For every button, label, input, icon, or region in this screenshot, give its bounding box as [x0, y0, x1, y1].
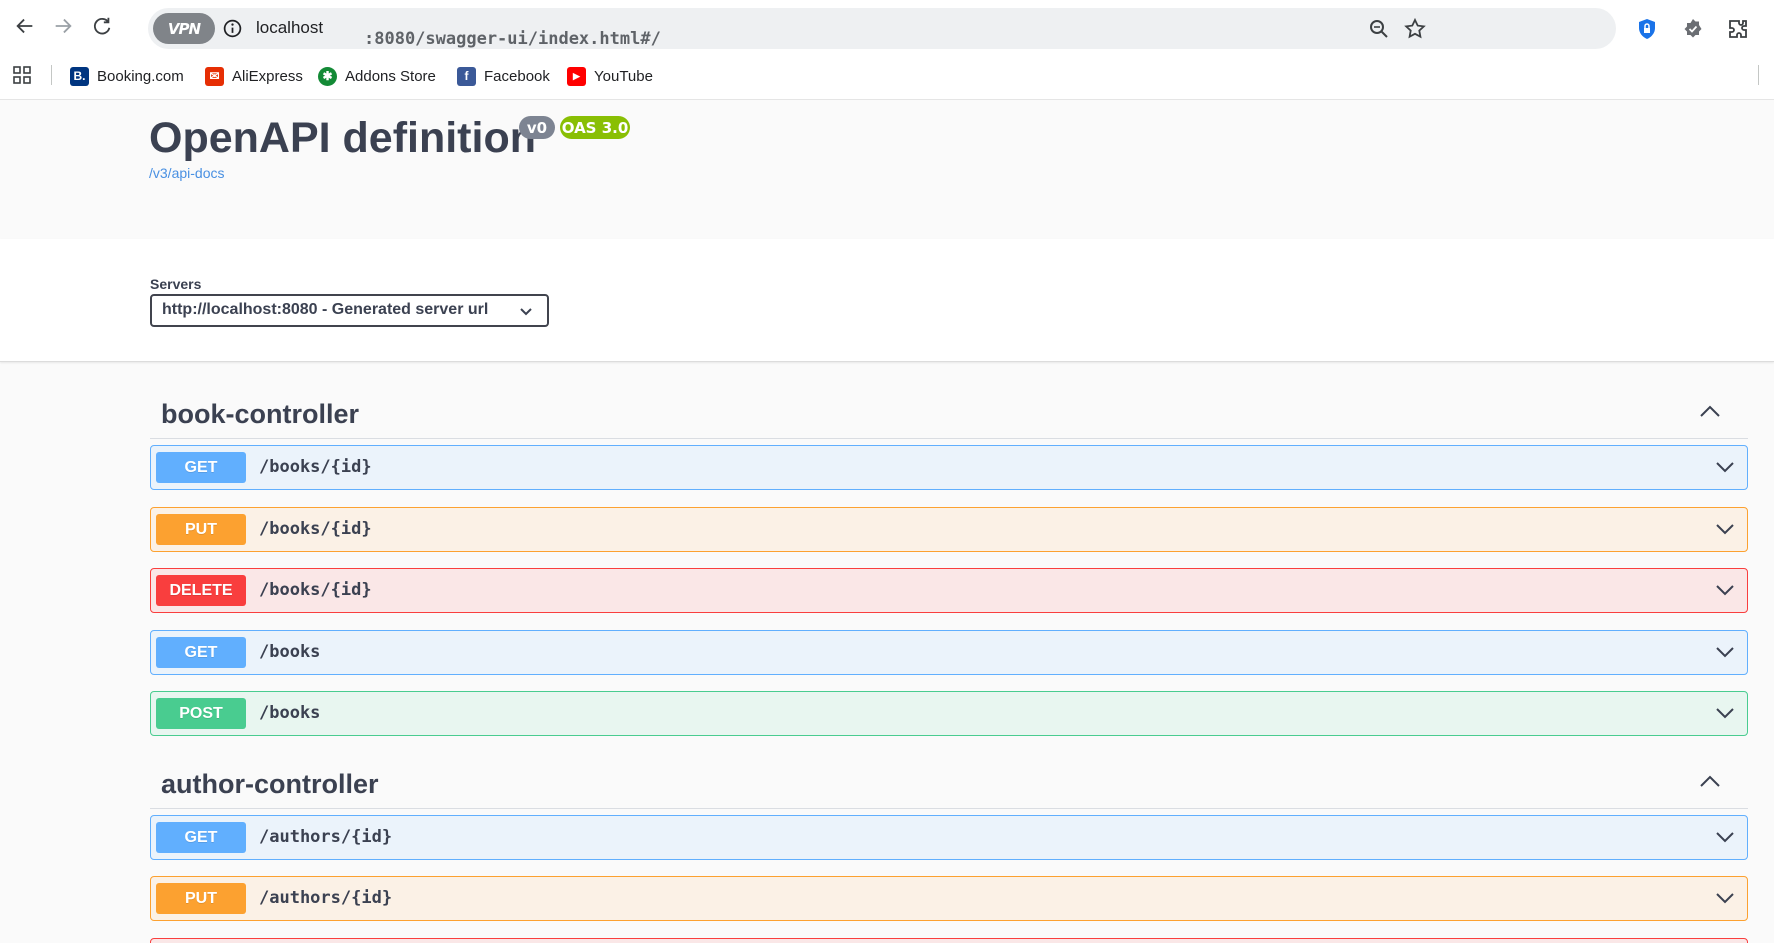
chevron-down-icon[interactable]	[1715, 460, 1735, 474]
chevron-down-icon[interactable]	[1715, 645, 1735, 659]
url-host: localhost	[256, 18, 324, 37]
bookmark-youtube[interactable]: ▶ YouTube	[567, 64, 653, 88]
bookmarks-end-separator	[1758, 65, 1759, 85]
servers-label: Servers	[150, 276, 202, 292]
tag-header-author-controller[interactable]: author-controller	[150, 749, 1748, 809]
bookmarks-bar: B. Booking.com ✉ AliExpress ✱ Addons Sto…	[0, 51, 1774, 100]
chevron-down-icon[interactable]	[1715, 706, 1735, 720]
reload-icon	[94, 17, 111, 35]
bookmark-label: Addons Store	[345, 67, 436, 85]
chevron-down-icon	[520, 308, 532, 316]
servers-selected-value: http://localhost:8080 - Generated server…	[162, 301, 489, 318]
method-badge: PUT	[156, 514, 246, 545]
operation-path: /books/{id}	[259, 519, 372, 539]
site-info-icon[interactable]	[222, 18, 243, 39]
facebook-icon: f	[457, 66, 476, 86]
bookmark-booking[interactable]: B. Booking.com	[70, 64, 184, 88]
addons-store-icon: ✱	[318, 66, 337, 86]
chevron-up-icon[interactable]	[1698, 773, 1722, 789]
chevron-down-icon[interactable]	[1715, 583, 1735, 597]
operation-path: /authors/{id}	[259, 827, 393, 847]
forward-button[interactable]	[48, 11, 78, 41]
method-badge: GET	[156, 822, 246, 853]
password-manager-icon[interactable]	[1635, 17, 1659, 41]
apps-grid-icon[interactable]	[12, 65, 32, 85]
bookmark-label: Facebook	[484, 67, 550, 85]
bookmark-label: YouTube	[594, 67, 653, 85]
method-badge: DELETE	[156, 575, 246, 606]
servers-section: Servers http://localhost:8080 - Generate…	[0, 239, 1774, 362]
tag-title: author-controller	[161, 769, 379, 799]
bookmark-label: AliExpress	[232, 67, 303, 85]
operation-path: /books/{id}	[259, 457, 372, 477]
bookmark-facebook[interactable]: f Facebook	[457, 64, 550, 88]
oas-badge: OAS 3.0	[560, 116, 630, 139]
page-title: OpenAPI definition	[149, 114, 536, 162]
vpn-badge[interactable]: VPN	[153, 13, 215, 44]
extension-badge-icon[interactable]	[1681, 17, 1705, 41]
operation-delete-books-id[interactable]: DELETE /books/{id}	[150, 568, 1748, 613]
operation-path: /books/{id}	[259, 580, 372, 600]
aliexpress-icon: ✉	[205, 66, 224, 86]
bookmark-aliexpress[interactable]: ✉ AliExpress	[205, 64, 303, 88]
method-badge: PUT	[156, 883, 246, 914]
bookmarks-separator	[51, 65, 52, 85]
arrow-right-icon	[55, 18, 72, 34]
booking-icon: B.	[70, 66, 89, 86]
operation-get-authors-id[interactable]: GET /authors/{id}	[150, 815, 1748, 860]
operation-path: /books	[259, 703, 321, 723]
method-badge: GET	[156, 452, 246, 483]
chevron-down-icon[interactable]	[1715, 891, 1735, 905]
operation-get-books-id[interactable]: GET /books/{id}	[150, 445, 1748, 490]
back-button[interactable]	[10, 11, 40, 41]
extensions-puzzle-icon[interactable]	[1726, 17, 1750, 41]
chevron-down-icon[interactable]	[1715, 830, 1735, 844]
api-docs-link[interactable]: /v3/api-docs	[149, 165, 224, 181]
url-path: :8080/swagger-ui/index.html#/	[364, 29, 661, 49]
operation-partially-visible[interactable]	[150, 938, 1748, 943]
version-badge: v0	[519, 116, 555, 139]
url-text[interactable]: localhost :8080/swagger-ui/index.html#/	[256, 18, 661, 49]
operation-post-books[interactable]: POST /books	[150, 691, 1748, 736]
youtube-icon: ▶	[567, 66, 586, 86]
address-bar[interactable]: VPN localhost :8080/swagger-ui/index.html…	[148, 8, 1616, 49]
method-badge: GET	[156, 637, 246, 668]
operation-put-books-id[interactable]: PUT /books/{id}	[150, 507, 1748, 552]
operation-put-authors-id[interactable]: PUT /authors/{id}	[150, 876, 1748, 921]
operation-path: /books	[259, 642, 321, 662]
reload-button[interactable]	[87, 11, 117, 41]
tag-header-book-controller[interactable]: book-controller	[150, 379, 1748, 439]
api-info: OpenAPI definition v0 OAS 3.0 /v3/api-do…	[0, 101, 1774, 239]
tag-title: book-controller	[161, 399, 360, 429]
bookmark-label: Booking.com	[97, 67, 184, 85]
chevron-up-icon[interactable]	[1698, 403, 1722, 419]
chevron-down-icon[interactable]	[1715, 522, 1735, 536]
operation-path: /authors/{id}	[259, 888, 393, 908]
method-badge: POST	[156, 698, 246, 729]
zoom-icon[interactable]	[1367, 17, 1391, 41]
bookmark-addons-store[interactable]: ✱ Addons Store	[318, 64, 436, 88]
browser-toolbar: VPN localhost :8080/swagger-ui/index.html…	[0, 0, 1774, 51]
arrow-left-icon	[16, 18, 33, 34]
bookmark-star-icon[interactable]	[1403, 17, 1427, 41]
servers-select[interactable]: http://localhost:8080 - Generated server…	[150, 294, 549, 327]
operation-get-books[interactable]: GET /books	[150, 630, 1748, 675]
